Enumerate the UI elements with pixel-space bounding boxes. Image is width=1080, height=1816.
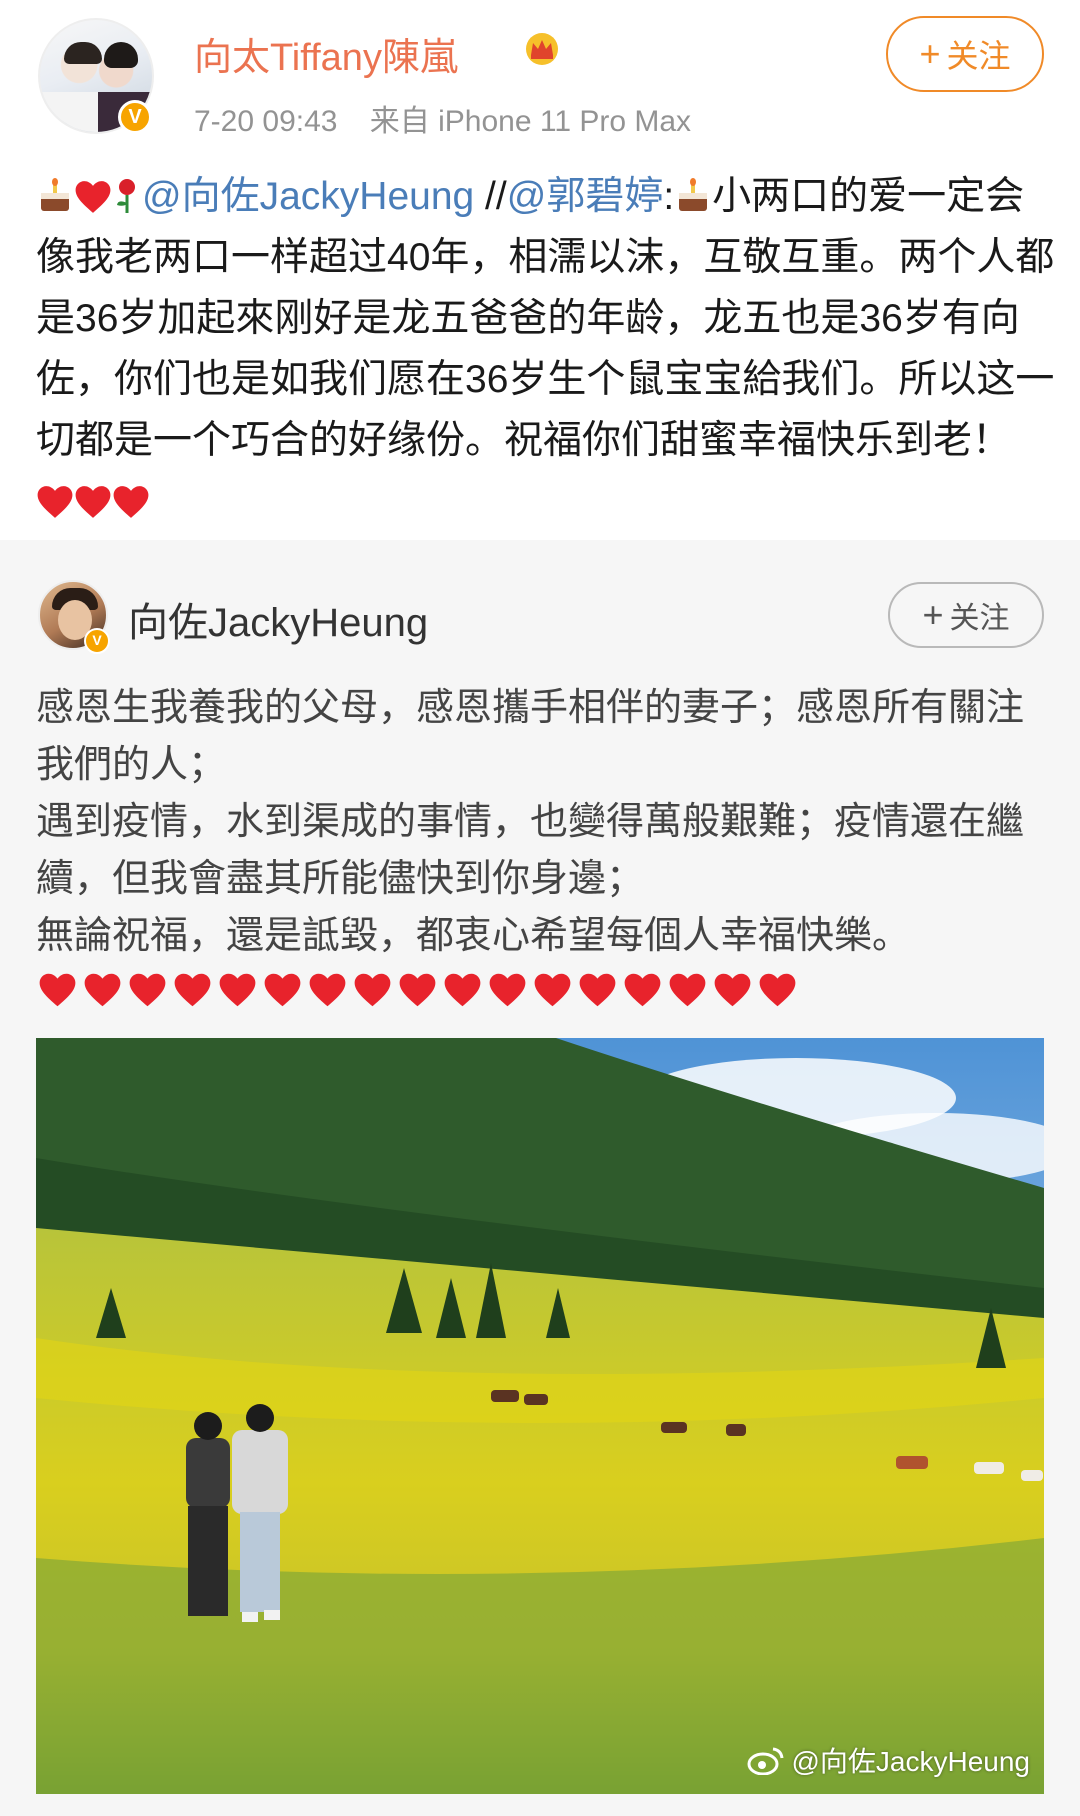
heart-icon bbox=[129, 973, 166, 1007]
reposted-content[interactable]: V 向佐JackyHeung + 关注 感恩生我養我的父母，感恩攜手相伴的妻子；… bbox=[0, 540, 1080, 1816]
heart-icon bbox=[113, 486, 149, 518]
post-text: @向佐JackyHeung //@郭碧婷: 小两口的爱一定会像我老两口一样超过4… bbox=[36, 166, 1056, 532]
follow-button[interactable]: + 关注 bbox=[886, 16, 1044, 92]
heart-icon bbox=[759, 973, 796, 1007]
post-body: 小两口的爱一定会像我老两口一样超过40年，相濡以沫，互敬互重。两个人都是36岁加… bbox=[36, 175, 1055, 462]
post-username[interactable]: 向太Tiffany陳嵐 bbox=[194, 26, 458, 81]
birthday-cake-icon bbox=[679, 178, 708, 211]
heart-icon bbox=[37, 486, 73, 518]
watermark-text: @向佐JackyHeung bbox=[791, 1746, 1030, 1777]
heart-icon bbox=[84, 973, 121, 1007]
post-photo[interactable]: @向佐JackyHeung bbox=[36, 1038, 1044, 1794]
follow-button[interactable]: + 关注 bbox=[888, 582, 1044, 648]
heart-icon bbox=[579, 973, 616, 1007]
heart-icon bbox=[219, 973, 256, 1007]
heart-icon bbox=[75, 181, 111, 213]
heart-icon bbox=[489, 973, 526, 1007]
colon: : bbox=[663, 175, 675, 218]
original-post: V 向太Tiffany陳嵐 7-20 09:43 来自 iPhone 11 Pr… bbox=[0, 0, 1080, 540]
heart-icon bbox=[264, 973, 301, 1007]
heart-icon bbox=[534, 973, 571, 1007]
photo-watermark: @向佐JackyHeung bbox=[747, 1740, 1030, 1780]
plus-icon: + bbox=[919, 33, 941, 74]
mention-link[interactable]: @郭碧婷 bbox=[507, 175, 664, 218]
follow-label: 关注 bbox=[949, 602, 1010, 635]
birthday-cake-icon bbox=[41, 178, 69, 211]
follow-label: 关注 bbox=[946, 38, 1011, 74]
heart-icon bbox=[39, 973, 76, 1007]
heart-icon bbox=[354, 973, 391, 1007]
verified-badge-icon: V bbox=[84, 628, 110, 654]
heart-icon bbox=[444, 973, 481, 1007]
verified-badge-icon: V bbox=[118, 100, 152, 134]
repost-text: 感恩生我養我的父母，感恩攜手相伴的妻子；感恩所有關注我們的人； 遇到疫情，水到渠… bbox=[36, 680, 1056, 965]
rose-icon bbox=[117, 179, 135, 213]
landscape-photo-image bbox=[36, 1038, 1044, 1794]
heart-icon bbox=[669, 973, 706, 1007]
heart-icon bbox=[714, 973, 751, 1007]
heart-icon bbox=[399, 973, 436, 1007]
repost-line: 遇到疫情，水到渠成的事情，也變得萬般艱難；疫情還在繼續，但我會盡其所能儘快到你身… bbox=[36, 801, 1025, 900]
heart-icon bbox=[174, 973, 211, 1007]
post-source: 来自 iPhone 11 Pro Max bbox=[369, 105, 692, 138]
repost-line: 感恩生我養我的父母，感恩攜手相伴的妻子；感恩所有關注我們的人； bbox=[36, 687, 1025, 786]
repost-line: 無論祝福，還是詆毀，都衷心希望每個人幸福快樂。 bbox=[36, 915, 911, 957]
plus-icon: + bbox=[922, 594, 944, 635]
mention-link[interactable]: @向佐JackyHeung bbox=[142, 175, 474, 218]
heart-icon bbox=[309, 973, 346, 1007]
heart-icon bbox=[75, 486, 111, 518]
post-time: 7-20 09:43 bbox=[194, 105, 338, 138]
heart-icon bbox=[624, 973, 661, 1007]
crown-icon bbox=[526, 33, 558, 65]
repost-separator: // bbox=[474, 175, 507, 218]
post-meta: 7-20 09:43 来自 iPhone 11 Pro Max bbox=[194, 96, 715, 140]
repost-username[interactable]: 向佐JackyHeung bbox=[128, 590, 428, 648]
hearts-row bbox=[38, 972, 797, 1016]
weibo-logo-icon bbox=[747, 1747, 784, 1775]
